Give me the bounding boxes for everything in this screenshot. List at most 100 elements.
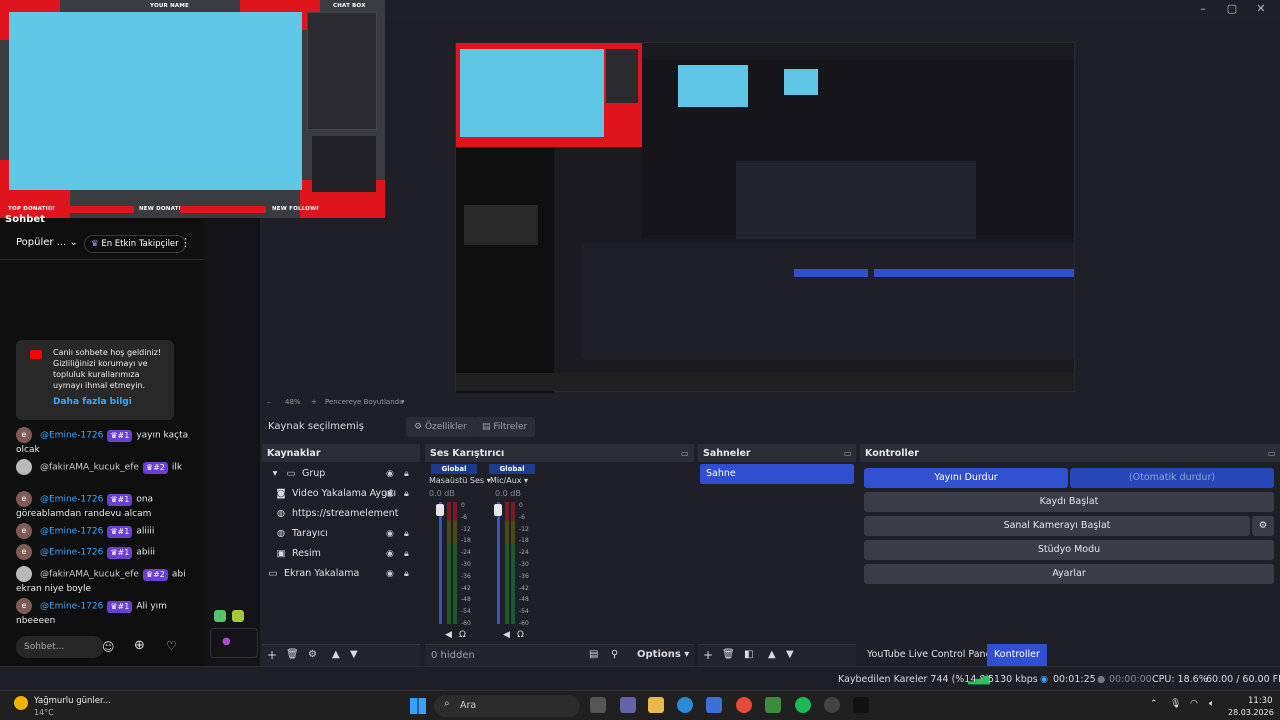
- trash-icon[interactable]: 🗑︎: [286, 649, 299, 660]
- obs-icon[interactable]: [824, 697, 840, 713]
- zoom-out-icon[interactable]: –: [267, 398, 271, 406]
- stop-stream-button[interactable]: Yayını Durdur: [864, 468, 1068, 488]
- volume-fader-desktop[interactable]: [439, 502, 442, 624]
- preview-zoom-bar: – 48% + Pencereye Boyutlandır ▾: [263, 396, 1280, 410]
- headphones-icon[interactable]: Ω: [517, 630, 524, 640]
- store-icon[interactable]: [706, 697, 722, 713]
- minecraft-icon[interactable]: [765, 697, 781, 713]
- file-explorer-icon[interactable]: [648, 697, 664, 713]
- weather-icon[interactable]: [14, 696, 28, 710]
- app-icon[interactable]: [853, 697, 869, 713]
- source-label: https://streamelement: [292, 508, 399, 519]
- link-icon[interactable]: ⚲: [611, 649, 618, 660]
- heart-icon[interactable]: ♡: [166, 639, 177, 653]
- chat-input[interactable]: Sohbet...: [16, 636, 104, 658]
- properties-button[interactable]: ⚙ Özellikler: [406, 417, 475, 437]
- preview-canvas[interactable]: [455, 42, 1075, 393]
- volume-fader-mic[interactable]: [497, 502, 500, 624]
- volume-icon[interactable]: 🔈︎: [1209, 699, 1214, 709]
- edge-icon[interactable]: [677, 697, 693, 713]
- add-scene-icon[interactable]: +: [703, 648, 713, 662]
- channel-name[interactable]: Masaüstü Ses ▾: [429, 476, 491, 485]
- channel-name[interactable]: Mic/Aux ▾: [487, 476, 539, 485]
- undock-icon[interactable]: ▭: [844, 449, 852, 458]
- filters-button[interactable]: ▤ Filtreler: [474, 417, 536, 437]
- learn-more-link[interactable]: Daha fazla bilgi: [53, 397, 132, 407]
- windows-start-icon[interactable]: [410, 698, 426, 714]
- move-down-icon[interactable]: ▼: [350, 649, 358, 660]
- top-fans-button[interactable]: ♛ En Etkin Takipçiler: [84, 235, 186, 253]
- lock-icon[interactable]: 🔒︎: [404, 464, 409, 484]
- more-options-icon[interactable]: ⋮: [180, 236, 191, 249]
- maximize-icon[interactable]: ▢: [1219, 1, 1245, 17]
- task-view-icon[interactable]: [590, 697, 606, 713]
- chevron-down-icon[interactable]: ▾: [401, 398, 405, 406]
- auto-stop-button[interactable]: (Otomatik durdur): [1070, 468, 1274, 488]
- move-up-icon[interactable]: ▲: [332, 649, 340, 660]
- wifi-icon[interactable]: ◠: [1190, 699, 1198, 709]
- weather-text[interactable]: Yağmurlu günler...: [34, 696, 111, 706]
- clock-date[interactable]: 28.03.2026: [1228, 708, 1274, 717]
- fit-to-window[interactable]: Pencereye Boyutlandır: [325, 398, 404, 406]
- zoom-in-icon[interactable]: +: [311, 398, 317, 406]
- minimize-icon[interactable]: –: [1190, 1, 1216, 17]
- lock-icon[interactable]: 🔒︎: [404, 484, 409, 504]
- start-virtual-camera-button[interactable]: Sanal Kamerayı Başlat: [864, 516, 1250, 536]
- undock-icon[interactable]: ▭: [1268, 449, 1276, 458]
- eye-icon[interactable]: ◉: [386, 544, 394, 564]
- source-item-video-capture[interactable]: ◙ Video Yakalama Aygıtı ◉ 🔒︎: [262, 484, 418, 504]
- eye-icon[interactable]: ◉: [386, 464, 394, 484]
- lock-icon[interactable]: 🔒︎: [404, 564, 409, 584]
- trash-icon[interactable]: 🗑︎: [722, 649, 735, 660]
- chevron-down-icon[interactable]: ▾: [270, 464, 280, 484]
- clock-time[interactable]: 11:30: [1248, 696, 1273, 706]
- source-item-screen-capture[interactable]: ▭ Ekran Yakalama ◉ 🔒︎: [262, 564, 418, 584]
- add-source-icon[interactable]: +: [267, 648, 277, 662]
- eye-icon[interactable]: ◉: [386, 484, 394, 504]
- search-icon: ⌕: [444, 698, 450, 709]
- fader-knob[interactable]: [436, 504, 444, 516]
- move-up-icon[interactable]: ▲: [768, 649, 776, 660]
- studio-mode-button[interactable]: Stüdyo Modu: [864, 540, 1274, 560]
- chat-text: aliiii: [136, 526, 155, 537]
- speaker-icon[interactable]: ◀︎: [503, 630, 510, 640]
- mixer-options-button[interactable]: Options ▾: [637, 649, 689, 660]
- tray-chevron-up-icon[interactable]: ⌃: [1150, 699, 1158, 709]
- source-item-streamelements[interactable]: ◍ https://streamelement: [262, 504, 418, 524]
- source-item-browser[interactable]: ◍ Tarayıcı ◉ 🔒︎: [262, 524, 418, 544]
- chat-mode-dropdown[interactable]: Popüler ... ⌄: [16, 237, 78, 248]
- tab-controls[interactable]: Kontroller: [987, 644, 1047, 666]
- undock-icon[interactable]: ▭: [681, 449, 689, 458]
- app-icon[interactable]: [214, 610, 226, 622]
- settings-button[interactable]: Ayarlar: [864, 564, 1274, 584]
- taskbar-search[interactable]: Ara: [434, 695, 580, 717]
- fader-knob[interactable]: [494, 504, 502, 516]
- lock-icon[interactable]: 🔒︎: [404, 524, 409, 544]
- move-down-icon[interactable]: ▼: [786, 649, 794, 660]
- headphones-icon[interactable]: Ω: [459, 630, 466, 640]
- speaker-icon[interactable]: ◀︎: [445, 630, 452, 640]
- chrome-icon[interactable]: [736, 697, 752, 713]
- scene-item[interactable]: Sahne: [700, 464, 854, 484]
- layout-icon[interactable]: ▤: [589, 649, 598, 660]
- eye-icon[interactable]: ◉: [386, 564, 394, 584]
- channel-db: 0.0 dB: [429, 489, 455, 498]
- start-recording-button[interactable]: Kaydı Başlat: [864, 492, 1274, 512]
- emoji-icon[interactable]: ☺: [102, 640, 115, 654]
- spotify-icon[interactable]: [795, 697, 811, 713]
- level-meter-right: [511, 502, 515, 624]
- source-item-image[interactable]: ▣ Resim ◉ 🔒︎: [262, 544, 418, 564]
- tab-youtube-control-panel[interactable]: YouTube Live Control Panel: [860, 644, 1001, 666]
- teams-icon[interactable]: [620, 697, 636, 713]
- source-item-group[interactable]: ▾ ▭ Grup ◉ 🔒︎: [262, 464, 418, 484]
- app-icon[interactable]: [232, 610, 244, 622]
- filter-icon[interactable]: ◧: [744, 649, 753, 660]
- chevron-down-icon: ▾: [524, 476, 529, 485]
- mic-icon[interactable]: 🎙︎: [1170, 699, 1181, 709]
- add-icon[interactable]: ⊕: [134, 638, 145, 653]
- eye-icon[interactable]: ◉: [386, 524, 394, 544]
- lock-icon[interactable]: 🔒︎: [404, 544, 409, 564]
- gear-icon[interactable]: ⚙: [308, 649, 317, 660]
- close-icon[interactable]: ✕: [1248, 1, 1274, 17]
- gear-icon[interactable]: ⚙: [1252, 516, 1274, 536]
